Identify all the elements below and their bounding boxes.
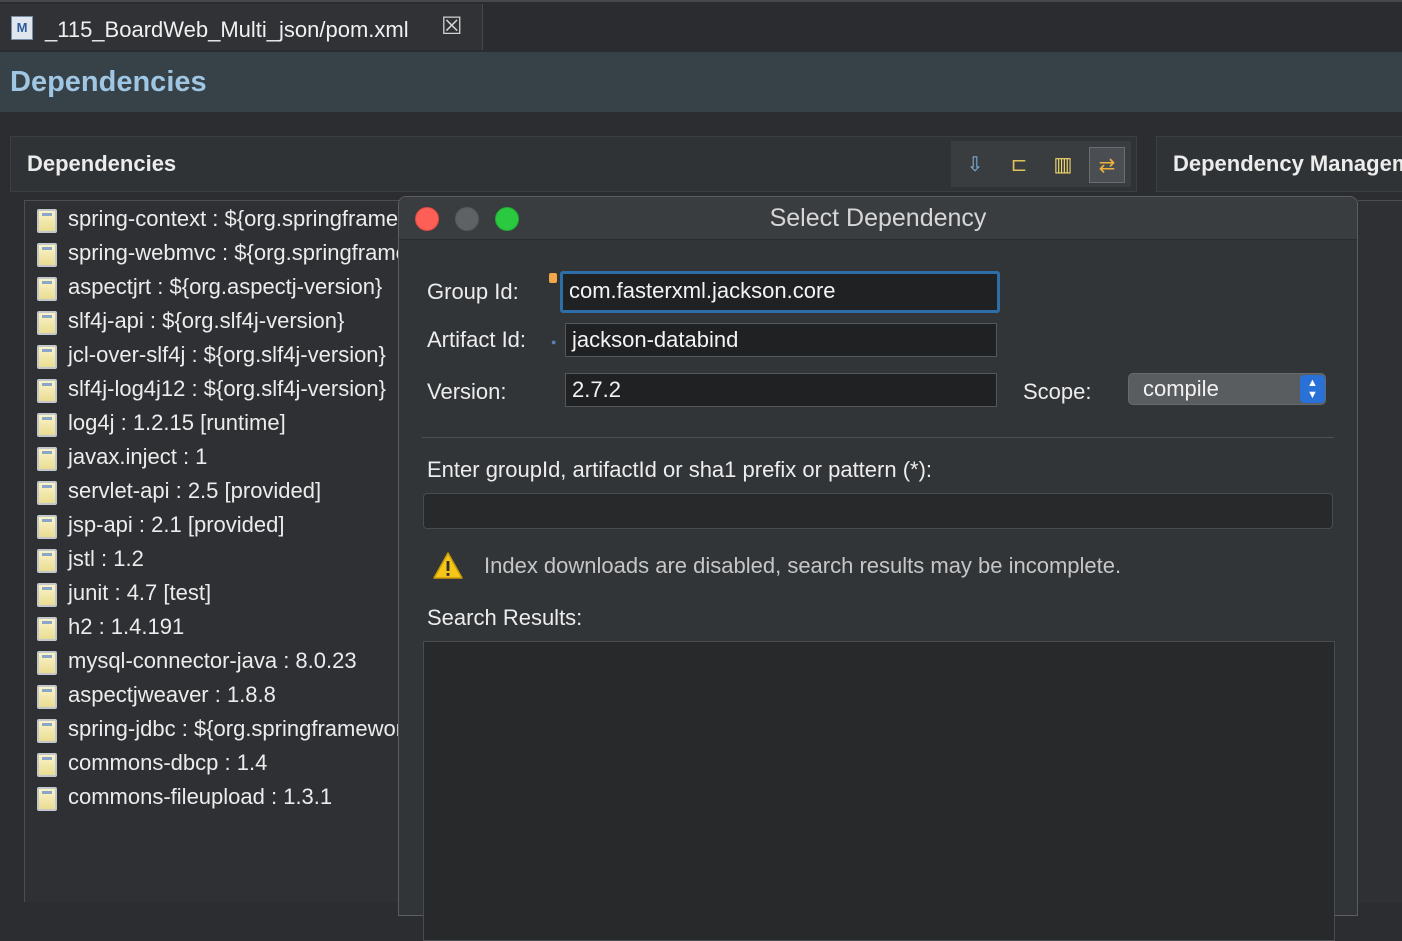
jar-icon [37,685,57,709]
search-input[interactable] [423,493,1333,529]
dependencies-list[interactable]: spring-context : ${org.springframework-v… [24,200,404,902]
jar-icon [37,311,57,335]
select-dependency-dialog: Select Dependency Group Id: com.fasterxm… [398,196,1358,941]
list-item-label: jcl-over-slf4j : ${org.slf4j-version} [68,342,386,367]
jar-icon [37,787,57,811]
dependencies-section-header: Dependencies ⇩ ⊏ ▥ ⇄ [10,136,1137,192]
jar-icon [37,277,57,301]
jar-icon [37,753,57,777]
hierarchy-icon[interactable]: ⊏ [1001,147,1037,183]
jar-icon [37,447,57,471]
chevron-up-down-icon: ▲ ▼ [1300,375,1325,403]
dialog-title: Select Dependency [769,204,987,232]
editor-tab-bar: M _115_BoardWeb_Multi_json/pom.xml ☒ [0,0,1402,52]
window-maximize-button[interactable] [495,207,519,231]
artifact-id-input[interactable]: jackson-databind [565,323,997,357]
jar-icon [37,549,57,573]
divider [422,437,1334,438]
jar-icon [37,413,57,437]
list-item-label: aspectjrt : ${org.aspectj-version} [68,274,383,299]
dialog-titlebar: Select Dependency [399,197,1357,240]
list-item-label: commons-fileupload : 1.3.1 [68,784,333,809]
warning-message: Index downloads are disabled, search res… [484,553,1122,578]
group-id-input[interactable]: com.fasterxml.jackson.core [560,271,1000,313]
version-input[interactable]: 2.7.2 [565,373,997,407]
scope-select[interactable]: compile ▲ ▼ [1128,373,1326,405]
page-title: Dependencies [10,66,207,98]
jar-icon [37,583,57,607]
lightbulb-icon [549,273,557,283]
scope-value: compile [1143,376,1219,401]
warning-icon [433,552,463,579]
group-id-label: Group Id: [427,279,519,304]
search-results-label: Search Results: [427,605,583,630]
jar-icon [37,243,57,267]
jar-icon [37,345,57,369]
list-item-label: spring-webmvc : ${org.springframework-ve… [68,240,403,265]
list-item-label: slf4j-log4j12 : ${org.slf4j-version} [68,376,386,401]
add-dependency-icon[interactable]: ⇩ [957,147,993,183]
list-item-label: javax.inject : 1 [68,444,208,469]
window-minimize-button [455,207,479,231]
maven-file-icon: M [11,16,33,40]
dependency-management-section-header: Dependency Management [1156,136,1402,192]
columns-icon[interactable]: ▥ [1045,147,1081,183]
list-item-label: spring-context : ${org.springframework-v… [68,206,403,231]
list-item-label: jsp-api : 2.1 [provided] [68,512,285,537]
search-results-list[interactable] [423,641,1335,941]
tab-title: _115_BoardWeb_Multi_json/pom.xml [45,17,409,42]
scope-label: Scope: [1023,379,1092,404]
jar-icon [37,515,57,539]
jar-icon [37,379,57,403]
jar-icon [37,719,57,743]
required-marker-icon: ● [551,337,557,347]
jar-icon [37,651,57,675]
list-item-label: junit : 4.7 [test] [68,580,212,605]
section-toolbar: ⇩ ⊏ ▥ ⇄ [951,141,1131,187]
list-item-label: spring-jdbc : ${org.springframework-vers… [68,716,404,741]
list-item-label: aspectjweaver : 1.8.8 [68,682,276,707]
close-icon[interactable]: ☒ [441,12,463,41]
section-title: Dependencies [27,151,177,176]
window-close-button[interactable] [415,207,439,231]
list-item-label: servlet-api : 2.5 [provided] [68,478,322,503]
editor-tab[interactable]: M _115_BoardWeb_Multi_json/pom.xml ☒ [0,4,483,50]
artifact-id-label: Artifact Id: [427,327,527,352]
page-header: Dependencies [0,52,1402,112]
jar-icon [37,617,57,641]
dependency-management-list[interactable] [1358,200,1402,903]
list-item-label: mysql-connector-java : 8.0.23 [68,648,357,673]
list-item-label: h2 : 1.4.191 [68,614,185,639]
list-item-label: log4j : 1.2.15 [runtime] [68,410,286,435]
section-title: Dependency Management [1173,151,1402,176]
jar-icon [37,209,57,233]
jar-icon [37,481,57,505]
list-item-label: jstl : 1.2 [68,546,144,571]
search-prompt-label: Enter groupId, artifactId or sha1 prefix… [427,457,933,482]
list-item-label: commons-dbcp : 1.4 [68,750,268,775]
sort-icon[interactable]: ⇄ [1089,147,1125,183]
version-label: Version: [427,379,507,404]
list-item-label: slf4j-api : ${org.slf4j-version} [68,308,345,333]
